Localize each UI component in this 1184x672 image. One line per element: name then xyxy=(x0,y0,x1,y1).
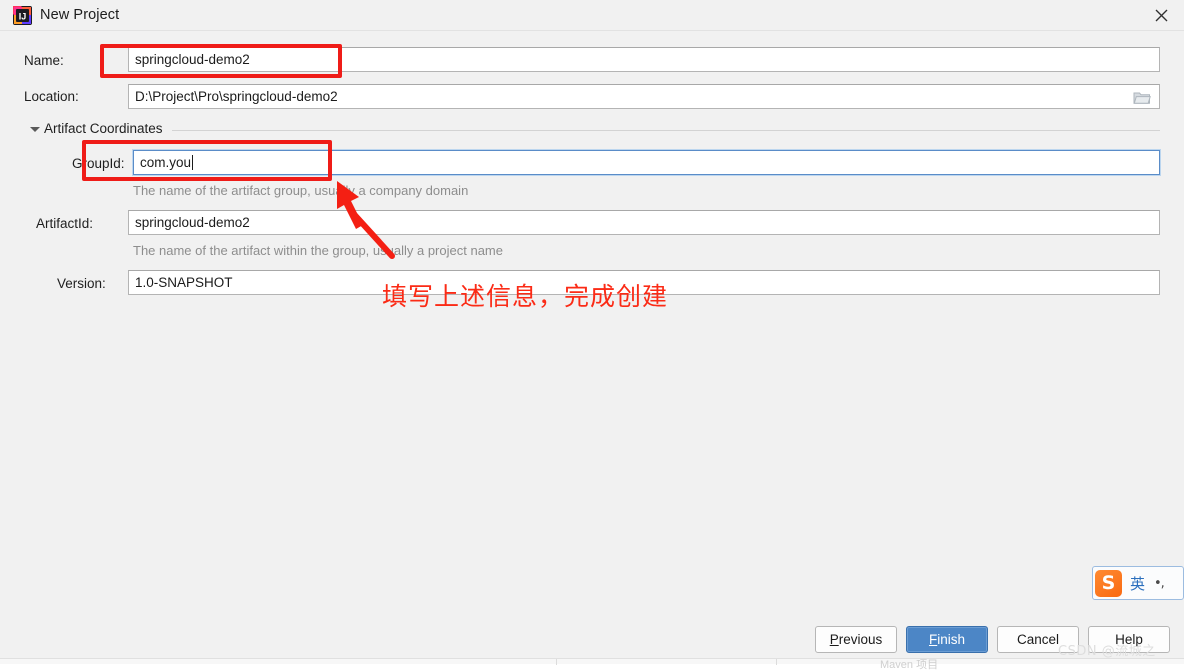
finish-button-label: inish xyxy=(937,632,965,647)
previous-button-mnemonic: P xyxy=(829,632,839,647)
sogou-logo-icon[interactable]: S xyxy=(1095,569,1122,597)
groupid-hint: The name of the artifact group, usually … xyxy=(133,183,469,198)
groupid-input[interactable]: com.you xyxy=(133,150,1160,175)
artifactid-hint: The name of the artifact within the grou… xyxy=(133,243,503,258)
section-divider xyxy=(172,130,1160,131)
artifact-coordinates-label: Artifact Coordinates xyxy=(44,121,163,136)
triangle-down-icon[interactable] xyxy=(30,127,40,132)
close-icon[interactable] xyxy=(1138,0,1184,31)
sogou-ime-bar[interactable]: S 英 •, xyxy=(1092,566,1184,600)
location-input-value: D:\Project\Pro\springcloud-demo2 xyxy=(135,89,338,104)
previous-button-label: revious xyxy=(838,632,883,647)
previous-button[interactable]: Previous xyxy=(815,626,897,653)
folder-icon[interactable] xyxy=(1133,90,1151,105)
ime-punctuation-toggle[interactable]: •, xyxy=(1154,576,1165,591)
artifactid-label: ArtifactId: xyxy=(36,216,94,231)
groupid-input-value: com.you xyxy=(140,155,192,170)
background-window-text: Maven 项目 xyxy=(880,659,939,671)
finish-button[interactable]: Finish xyxy=(906,626,988,653)
new-project-dialog: IJ New Project Name: springcloud-demo2 L… xyxy=(0,0,1184,671)
ime-language-mode[interactable]: 英 xyxy=(1130,573,1145,594)
version-label: Version: xyxy=(57,276,106,291)
name-input-value: springcloud-demo2 xyxy=(135,52,250,67)
background-divider xyxy=(556,659,557,665)
name-label: Name: xyxy=(24,53,64,68)
cancel-button-label: Cancel xyxy=(1016,632,1060,647)
location-input[interactable]: D:\Project\Pro\springcloud-demo2 xyxy=(128,84,1160,109)
intellij-idea-icon: IJ xyxy=(13,6,32,25)
annotation-note: 填写上述信息，完成创建 xyxy=(382,282,669,311)
name-input[interactable]: springcloud-demo2 xyxy=(128,47,1160,72)
background-divider xyxy=(776,659,777,665)
artifactid-input-value: springcloud-demo2 xyxy=(135,215,250,230)
csdn-watermark: CSDN @流城之 xyxy=(1058,644,1156,659)
title-bar: IJ New Project xyxy=(0,0,1184,31)
location-label: Location: xyxy=(24,89,79,104)
text-caret xyxy=(192,155,194,170)
version-input-value: 1.0-SNAPSHOT xyxy=(135,275,233,290)
finish-button-mnemonic: F xyxy=(928,632,938,647)
artifactid-input[interactable]: springcloud-demo2 xyxy=(128,210,1160,235)
svg-text:IJ: IJ xyxy=(19,12,27,22)
groupid-label: GroupId: xyxy=(72,156,125,171)
window-title: New Project xyxy=(40,7,120,23)
artifact-coordinates-section-header[interactable]: Artifact Coordinates xyxy=(30,121,1160,138)
background-window-strip: Maven 项目 xyxy=(0,658,1184,671)
